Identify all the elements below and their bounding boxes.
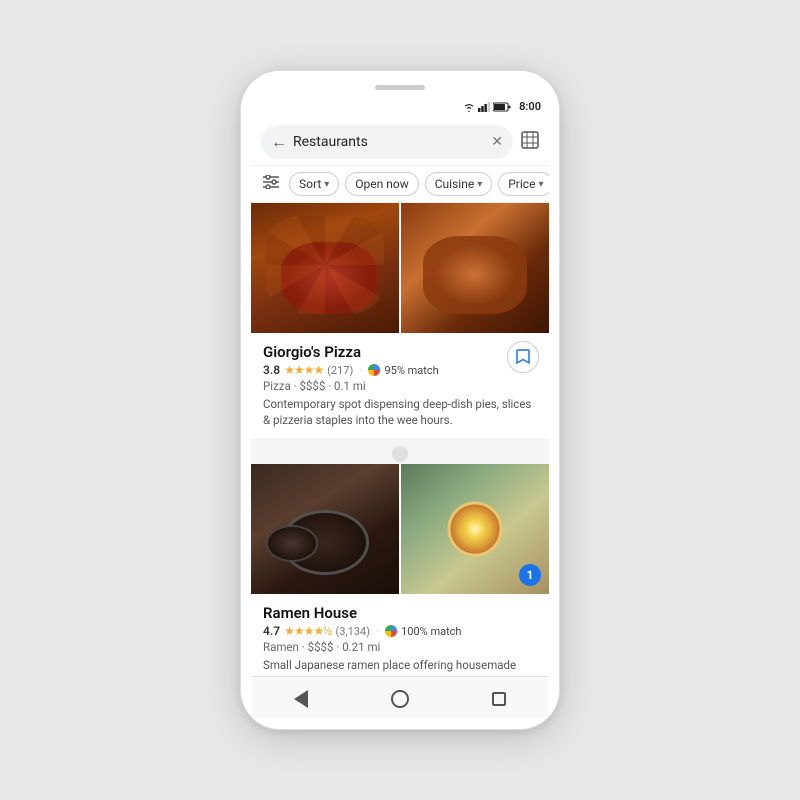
card-giorgios-pizza[interactable]: Giorgio's Pizza 3.8 ★★★★ (217) · 95% mat… [251,203,549,438]
card-ramen-house[interactable]: 1 Ramen House 4.7 ★★★★½ (3,134) · 100% m… [251,464,549,676]
restaurant-name: Giorgio's Pizza [263,343,537,361]
filter-sort[interactable]: Sort ▾ [289,172,339,196]
ramen-image-1 [251,464,399,594]
price-level: $$$$ [308,640,334,654]
search-text: Restaurants [293,134,485,150]
status-time: 8:00 [519,100,541,113]
rating-num: 4.7 [263,624,280,638]
restaurant-name: Ramen House [263,604,537,622]
filter-row: Sort ▾ Open now Cuisine ▾ Price ▾ [251,166,549,203]
google-match-icon [368,364,380,376]
card-meta: Ramen · $$$$ · 0.21 mi [263,640,537,654]
card-info-ramen: Ramen House 4.7 ★★★★½ (3,134) · 100% mat… [251,594,549,676]
rating-num: 3.8 [263,363,280,377]
nav-recent-button[interactable] [485,685,513,713]
distance: 0.21 mi [342,640,380,654]
cuisine-label: Cuisine [435,177,474,191]
nav-bar [251,676,549,719]
distance: 0.1 mi [334,379,366,393]
divider [251,444,549,464]
screen: ← Restaurants ✕ [251,117,549,719]
ramen-image-2: 1 [401,464,549,594]
pizza-image-1 [251,203,399,333]
sort-chevron: ▾ [324,179,329,190]
price-level: $$$$ [299,379,325,393]
review-count: (217) [327,364,353,377]
stars: ★★★★½ [284,624,331,638]
bookmark-button[interactable] [507,341,539,373]
price-chevron: ▾ [538,179,543,190]
back-triangle-icon [294,690,308,708]
cuisine-chevron: ▾ [477,179,482,190]
recent-square-icon [492,692,506,706]
nav-home-button[interactable] [386,685,414,713]
match-badge: 100% match [401,625,461,638]
google-match-icon [385,625,397,637]
phone-speaker [375,85,425,90]
card-meta: Pizza · $$$$ · 0.1 mi [263,379,537,393]
results-list[interactable]: Giorgio's Pizza 3.8 ★★★★ (217) · 95% mat… [251,203,549,676]
card-desc: Contemporary spot dispensing deep-dish p… [263,396,537,428]
sort-label: Sort [299,177,321,191]
price-label: Price [508,177,535,191]
map-button[interactable] [521,131,539,153]
divider-dot [392,446,408,462]
category: Ramen [263,640,299,654]
search-bar-row: ← Restaurants ✕ [251,117,549,166]
nav-back-button[interactable] [287,685,315,713]
filter-open-now[interactable]: Open now [345,172,418,196]
card-info-pizza: Giorgio's Pizza 3.8 ★★★★ (217) · 95% mat… [251,333,549,438]
status-icons [463,102,511,112]
search-bar[interactable]: ← Restaurants ✕ [261,125,513,159]
stars: ★★★★ [284,363,323,377]
card-images-pizza [251,203,549,333]
back-button[interactable]: ← [271,132,287,152]
category: Pizza [263,379,291,393]
clear-button[interactable]: ✕ [491,134,503,150]
review-count: (3,134) [335,625,370,638]
rating-row: 4.7 ★★★★½ (3,134) · 100% match [263,624,537,638]
phone-frame: 8:00 ← Restaurants ✕ [240,70,560,730]
filter-cuisine[interactable]: Cuisine ▾ [425,172,492,196]
match-badge: 95% match [384,364,438,377]
pizza-image-2 [401,203,549,333]
status-bar: 8:00 [251,100,549,117]
card-desc: Small Japanese ramen place offering hous… [263,657,537,676]
rating-row: 3.8 ★★★★ (217) · 95% match [263,363,537,377]
card-images-ramen: 1 [251,464,549,594]
filter-sliders-icon[interactable] [259,173,283,195]
filter-price[interactable]: Price ▾ [498,172,549,196]
signal-icon [478,102,490,112]
battery-icon [493,102,511,112]
wifi-icon [463,102,475,112]
open-now-label: Open now [355,177,408,191]
home-circle-icon [391,690,409,708]
